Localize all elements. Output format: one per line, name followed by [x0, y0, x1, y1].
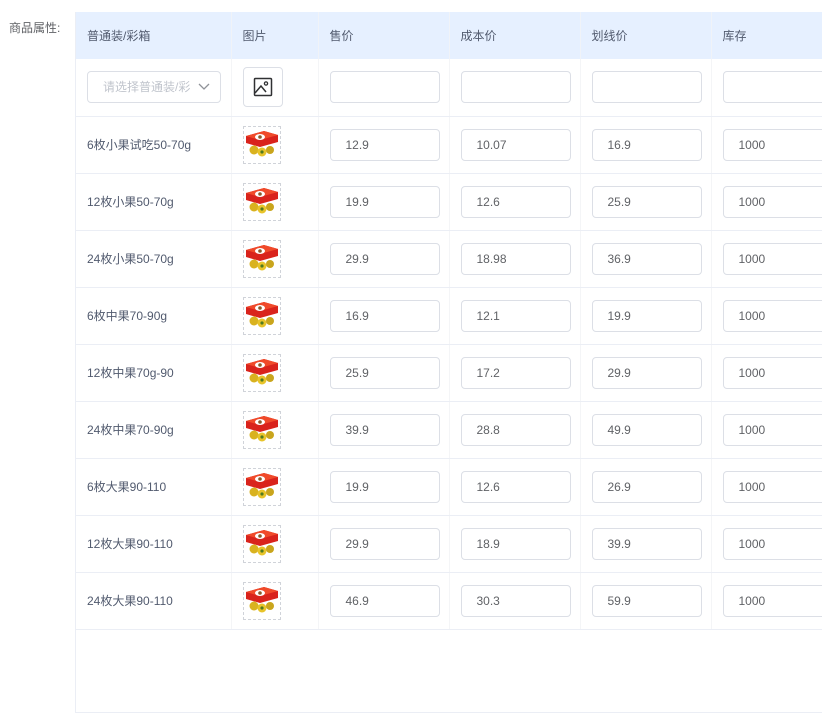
stock-input[interactable]: 1000: [722, 584, 822, 617]
strike-price-input[interactable]: 39.9: [591, 527, 702, 560]
strike-price-input[interactable]: 19.9: [591, 299, 702, 332]
sku-name: 6枚小果试吃50-70g: [87, 138, 192, 152]
header-image: 图片: [231, 12, 319, 59]
new-row: 请选择普通装/彩: [76, 59, 822, 117]
table-row: 24枚大果90-110 46.9 30.3 59.9 1000: [76, 572, 822, 630]
product-image-icon: [244, 584, 280, 617]
sku-name: 24枚中果70-90g: [87, 423, 174, 437]
chevron-down-icon: [198, 83, 210, 91]
strike-price-input[interactable]: 16.9: [591, 128, 702, 161]
new-price-input[interactable]: [329, 71, 440, 104]
table-row: 24枚中果70-90g 39.9 28.8 49.9 1000: [76, 401, 822, 459]
price-input[interactable]: 29.9: [329, 242, 440, 275]
strike-price-input[interactable]: 25.9: [591, 185, 702, 218]
sku-thumbnail[interactable]: [242, 410, 281, 449]
new-strike-price-input[interactable]: [591, 71, 702, 104]
price-input[interactable]: 16.9: [329, 299, 440, 332]
price-input[interactable]: 29.9: [329, 527, 440, 560]
cost-input[interactable]: 18.9: [460, 527, 571, 560]
header-price: 售价: [318, 12, 450, 59]
header-strike-price: 划线价: [580, 12, 712, 59]
sku-thumbnail[interactable]: [242, 353, 281, 392]
table-row: 24枚小果50-70g 29.9 18.98 36.9 1000: [76, 230, 822, 288]
table-row: 6枚中果70-90g 16.9 12.1 19.9 1000: [76, 287, 822, 345]
strike-price-input[interactable]: 29.9: [591, 356, 702, 389]
header-stock: 库存: [711, 12, 822, 59]
stock-input[interactable]: 1000: [722, 128, 822, 161]
new-cost-input[interactable]: [460, 71, 571, 104]
price-input[interactable]: 19.9: [329, 185, 440, 218]
sku-thumbnail[interactable]: [242, 239, 281, 278]
product-image-icon: [244, 470, 280, 503]
cost-input[interactable]: 10.07: [460, 128, 571, 161]
sku-name: 12枚大果90-110: [87, 537, 173, 551]
price-input[interactable]: 12.9: [329, 128, 440, 161]
sku-name: 6枚中果70-90g: [87, 309, 168, 323]
price-input[interactable]: 46.9: [329, 584, 440, 617]
header-cost-price: 成本价: [449, 12, 581, 59]
strike-price-input[interactable]: 59.9: [591, 584, 702, 617]
image-upload-button[interactable]: [242, 67, 283, 108]
table-row: 6枚小果试吃50-70g 12.9 10.07 16.9 1000: [76, 116, 822, 174]
stock-input[interactable]: 1000: [722, 356, 822, 389]
sku-name: 24枚小果50-70g: [87, 252, 174, 266]
cost-input[interactable]: 28.8: [460, 413, 571, 446]
sku-thumbnail[interactable]: [242, 581, 281, 620]
sku-name: 6枚大果90-110: [87, 480, 167, 494]
strike-price-input[interactable]: 49.9: [591, 413, 702, 446]
price-input[interactable]: 39.9: [329, 413, 440, 446]
package-type-select[interactable]: 请选择普通装/彩: [87, 71, 221, 104]
cost-input[interactable]: 12.6: [460, 185, 571, 218]
product-image-icon: [244, 185, 280, 218]
cost-input[interactable]: 18.98: [460, 242, 571, 275]
sku-thumbnail[interactable]: [242, 182, 281, 221]
table-row: 12枚大果90-110 29.9 18.9 39.9 1000: [76, 515, 822, 573]
table-header-row: 普通装/彩箱 图片 售价 成本价 划线价 库存: [76, 12, 822, 59]
stock-input[interactable]: 1000: [722, 470, 822, 503]
stock-input[interactable]: 1000: [722, 299, 822, 332]
product-image-icon: [244, 128, 280, 161]
sku-table-container: 普通装/彩箱 图片 售价 成本价 划线价 库存 请选择普通装/彩 6枚小果试吃5…: [75, 12, 822, 713]
strike-price-input[interactable]: 26.9: [591, 470, 702, 503]
select-placeholder: 请选择普通装/彩: [103, 80, 191, 95]
price-input[interactable]: 19.9: [329, 470, 440, 503]
cost-input[interactable]: 12.1: [460, 299, 571, 332]
strike-price-input[interactable]: 36.9: [591, 242, 702, 275]
price-input[interactable]: 25.9: [329, 356, 440, 389]
cost-input[interactable]: 30.3: [460, 584, 571, 617]
stock-input[interactable]: 1000: [722, 413, 822, 446]
sku-thumbnail[interactable]: [242, 467, 281, 506]
sku-table: 普通装/彩箱 图片 售价 成本价 划线价 库存 请选择普通装/彩 6枚小果试吃5…: [76, 12, 822, 630]
table-row: 12枚小果50-70g 19.9 12.6 25.9 1000: [76, 173, 822, 231]
stock-input[interactable]: 1000: [722, 527, 822, 560]
cost-input[interactable]: 12.6: [460, 470, 571, 503]
sku-thumbnail[interactable]: [242, 524, 281, 563]
sku-name: 12枚中果70g-90: [87, 366, 174, 380]
product-image-icon: [244, 356, 280, 389]
product-image-icon: [244, 242, 280, 275]
sku-thumbnail[interactable]: [242, 125, 281, 164]
stock-input[interactable]: 1000: [722, 185, 822, 218]
image-placeholder-icon: [253, 78, 272, 97]
cost-input[interactable]: 17.2: [460, 356, 571, 389]
sku-name: 24枚大果90-110: [87, 594, 173, 608]
stock-input[interactable]: 1000: [722, 242, 822, 275]
sku-name: 12枚小果50-70g: [87, 195, 174, 209]
product-image-icon: [244, 413, 280, 446]
header-package-type: 普通装/彩箱: [76, 12, 232, 59]
sku-thumbnail[interactable]: [242, 296, 281, 335]
table-row: 6枚大果90-110 19.9 12.6 26.9 1000: [76, 458, 822, 516]
new-stock-input[interactable]: [722, 71, 822, 104]
product-image-icon: [244, 527, 280, 560]
product-image-icon: [244, 299, 280, 332]
product-attributes-label: 商品属性:: [9, 21, 61, 35]
table-row: 12枚中果70g-90 25.9 17.2 29.9 1000: [76, 344, 822, 402]
